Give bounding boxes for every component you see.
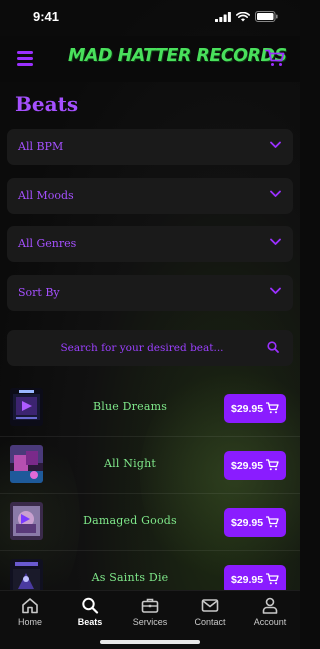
shopping-cart-icon bbox=[266, 573, 279, 585]
tab-home-label: Home bbox=[17, 617, 42, 627]
app-header: MAD HATTER RECORDS bbox=[0, 36, 300, 82]
beat-price: $29.95 bbox=[231, 403, 264, 415]
tab-beats[interactable]: Beats bbox=[60, 597, 120, 627]
tab-account[interactable]: Account bbox=[240, 597, 300, 627]
battery-icon bbox=[255, 11, 278, 22]
tab-contact[interactable]: Contact bbox=[180, 597, 240, 627]
chevron-down-icon bbox=[270, 238, 281, 245]
hamburger-menu-icon[interactable] bbox=[17, 51, 33, 66]
beat-list-item[interactable]: Damaged Goods $29.95 bbox=[0, 494, 300, 551]
beat-cover-art bbox=[10, 445, 43, 483]
search-placeholder: Search for your desired beat... bbox=[60, 342, 224, 354]
sort-by-label: Sort By bbox=[18, 286, 60, 299]
chevron-down-icon bbox=[270, 141, 281, 148]
chevron-down-icon bbox=[270, 287, 281, 294]
beat-list-item[interactable]: Blue Dreams $29.95 bbox=[0, 380, 300, 437]
tab-home[interactable]: Home bbox=[0, 597, 60, 627]
add-to-cart-button[interactable]: $29.95 bbox=[224, 394, 286, 423]
beat-cover-art bbox=[10, 502, 43, 540]
genres-filter-label: All Genres bbox=[18, 237, 77, 250]
brand-logo[interactable]: MAD HATTER RECORDS bbox=[68, 46, 287, 66]
moods-filter-dropdown[interactable]: All Moods bbox=[7, 178, 293, 214]
beat-price: $29.95 bbox=[231, 517, 264, 529]
beat-cover-art bbox=[10, 388, 43, 426]
genres-filter-dropdown[interactable]: All Genres bbox=[7, 226, 293, 262]
page-title: Beats bbox=[15, 92, 79, 116]
tab-services-label: Services bbox=[132, 617, 168, 627]
tab-services[interactable]: Services bbox=[120, 597, 180, 627]
tab-beats-label: Beats bbox=[77, 617, 103, 627]
status-time: 9:41 bbox=[33, 9, 60, 24]
search-icon bbox=[82, 597, 99, 614]
beat-title[interactable]: All Night bbox=[50, 457, 210, 470]
app-screen: 9:41 MAD HATTER RECORDS Beats All BPM Al… bbox=[0, 0, 300, 649]
user-icon bbox=[262, 597, 278, 614]
home-icon bbox=[22, 598, 38, 614]
shopping-cart-icon bbox=[266, 459, 279, 471]
chevron-down-icon bbox=[270, 190, 281, 197]
home-indicator[interactable] bbox=[100, 640, 200, 644]
status-bar: 9:41 bbox=[0, 0, 300, 36]
beat-title[interactable]: Damaged Goods bbox=[50, 514, 210, 527]
beat-title[interactable]: As Saints Die bbox=[50, 571, 210, 584]
search-icon[interactable] bbox=[267, 341, 279, 353]
envelope-icon bbox=[201, 599, 219, 612]
signal-icon bbox=[215, 11, 231, 22]
search-input[interactable]: Search for your desired beat... bbox=[7, 330, 293, 366]
add-to-cart-button[interactable]: $29.95 bbox=[224, 508, 286, 537]
bpm-filter-dropdown[interactable]: All BPM bbox=[7, 129, 293, 165]
bpm-filter-label: All BPM bbox=[18, 140, 64, 153]
beat-price: $29.95 bbox=[231, 574, 264, 586]
beat-title[interactable]: Blue Dreams bbox=[50, 400, 210, 413]
status-icons bbox=[215, 11, 278, 22]
wifi-icon bbox=[236, 11, 250, 21]
shopping-cart-icon bbox=[266, 402, 279, 414]
shopping-cart-icon bbox=[266, 516, 279, 528]
sort-by-dropdown[interactable]: Sort By bbox=[7, 275, 293, 311]
beat-price: $29.95 bbox=[231, 460, 264, 472]
briefcase-icon bbox=[141, 598, 159, 613]
shopping-cart-icon[interactable] bbox=[265, 49, 285, 67]
tab-account-label: Account bbox=[253, 617, 287, 627]
add-to-cart-button[interactable]: $29.95 bbox=[224, 451, 286, 480]
moods-filter-label: All Moods bbox=[18, 189, 74, 202]
beat-list-item[interactable]: All Night $29.95 bbox=[0, 437, 300, 494]
tab-contact-label: Contact bbox=[194, 617, 226, 627]
